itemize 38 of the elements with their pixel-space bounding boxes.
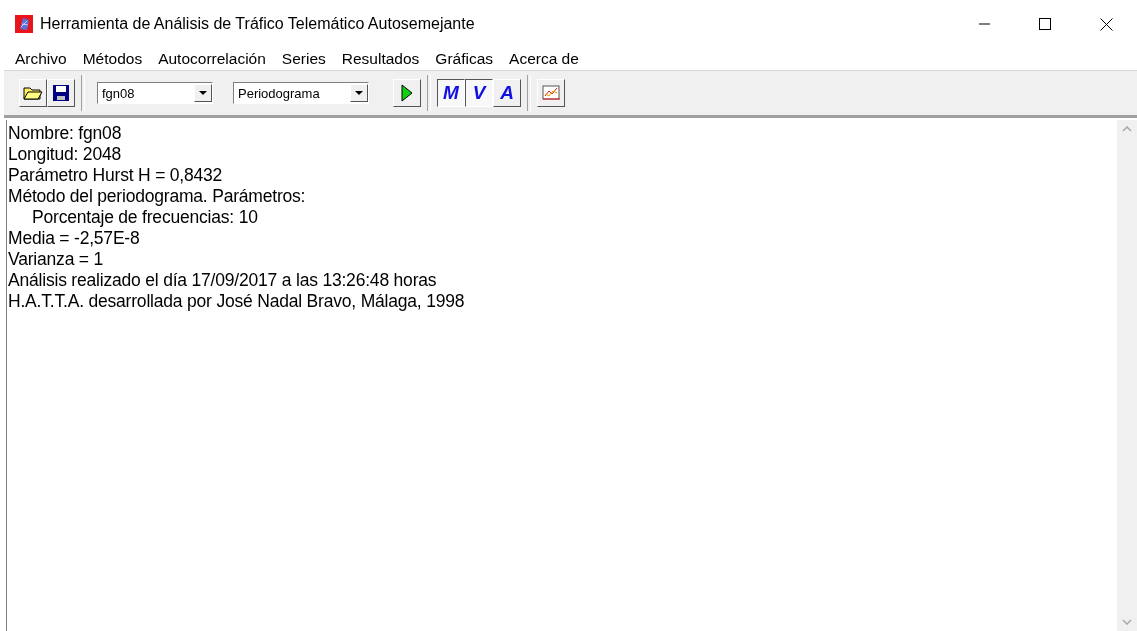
dropdown-arrow-icon (355, 91, 363, 95)
minimize-icon (978, 23, 990, 25)
result-line: Análisis realizado el día 17/09/2017 a las 13:26:48 horas (8, 270, 438, 291)
result-line: Método del periodograma. Parámetros: (8, 186, 307, 207)
menu-item[interactable]: Archivo (7, 50, 75, 68)
scroll-down-icon[interactable] (1122, 619, 1132, 625)
menu-item[interactable]: Autocorrelación (150, 50, 274, 68)
result-line: Media = -2,57E-8 (8, 228, 141, 249)
dropdown-arrow-icon (199, 91, 207, 95)
chart-button[interactable] (537, 79, 565, 107)
scroll-up-icon[interactable] (1122, 126, 1132, 132)
toggle-button[interactable]: A (493, 79, 521, 107)
menu-item[interactable]: Resultados (333, 50, 428, 68)
app-icon (15, 15, 33, 33)
method-dropdown[interactable]: Periodograma (233, 82, 369, 104)
result-line: Nombre: fgn08 (8, 123, 123, 144)
series-dropdown[interactable]: fgn08 (97, 82, 213, 104)
toggle-button[interactable]: M (437, 79, 465, 107)
scrollbar[interactable] (1117, 120, 1137, 631)
result-line: Porcentaje de frecuencias: 10 (31, 207, 259, 228)
result-line: Parámetro Hurst H = 0,8432 (8, 165, 224, 186)
close-icon (1099, 17, 1113, 31)
result-line: Longitud: 2048 (8, 144, 122, 165)
save-button[interactable] (47, 79, 75, 107)
result-line: H.A.T.T.A. desarrollada por José Nadal Bravo, Málaga, 1998 (8, 291, 466, 312)
maximize-icon (1039, 18, 1051, 30)
play-icon (401, 84, 413, 102)
result-line: Varianza = 1 (8, 249, 105, 270)
run-button[interactable] (393, 79, 421, 107)
window-title: Herramienta de Análisis de Tráfico Telemático Autosemejante (40, 15, 476, 33)
chart-icon (541, 84, 561, 102)
menu-item[interactable]: Series (273, 50, 334, 68)
menu-item[interactable]: Gráficas (427, 50, 502, 68)
menu-item[interactable]: Métodos (74, 50, 151, 68)
toggle-button[interactable]: V (465, 79, 493, 107)
folder-icon (23, 85, 43, 101)
open-button[interactable] (19, 79, 47, 107)
menu-item[interactable]: Acerca de (501, 50, 587, 68)
